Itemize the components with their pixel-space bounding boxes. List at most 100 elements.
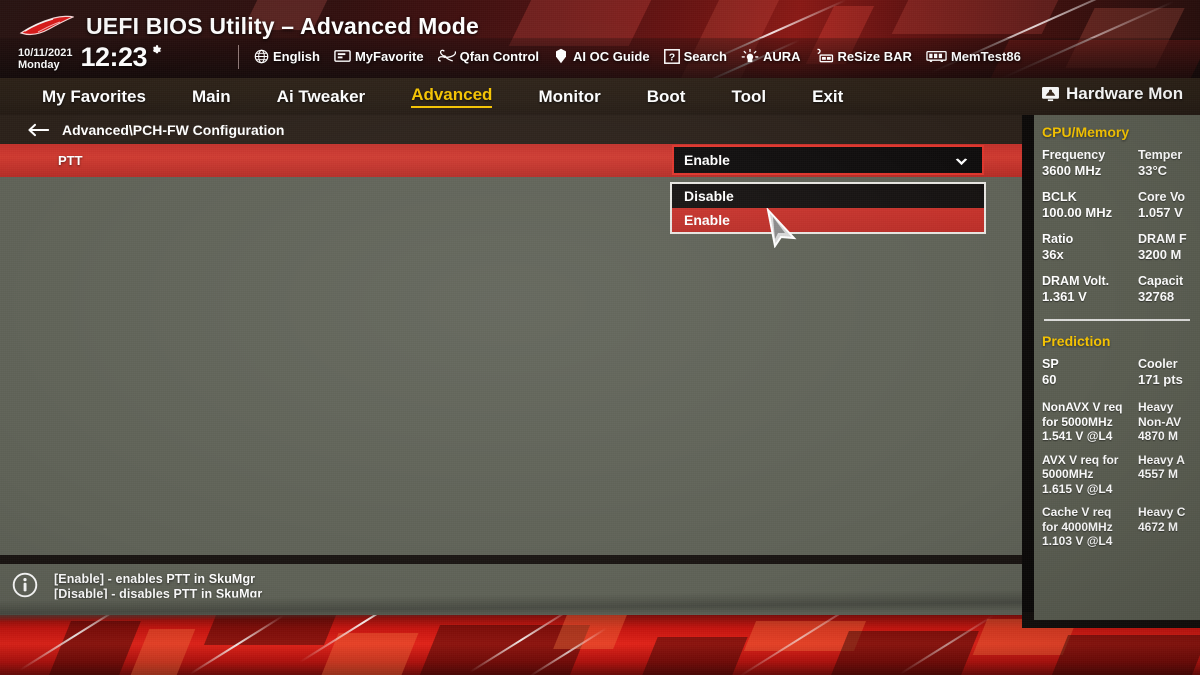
temperature-label: Temper	[1138, 148, 1183, 162]
cooler-value: 171 pts	[1138, 372, 1183, 387]
avx-heavy-value: 4557 M	[1138, 467, 1179, 481]
core-voltage-label: Core Vo	[1138, 190, 1185, 204]
nonavx-label: NonAVX V req	[1042, 400, 1123, 414]
aura-label: AURA	[762, 48, 801, 64]
sidebar-entry-ratio: Ratio 36x	[1042, 232, 1138, 263]
prediction-avx-left: AVX V req for 5000MHz 1.615 V @L4	[1042, 453, 1138, 497]
ptt-dropdown-menu[interactable]: Disable Enable	[670, 182, 986, 234]
date-time-block: 10/11/2021 Monday 12:23	[18, 44, 163, 71]
nonavx-heavy-value: 4870 M	[1138, 429, 1179, 443]
tab-ai-tweaker[interactable]: Ai Tweaker	[277, 87, 366, 107]
cooler-label: Cooler	[1138, 357, 1178, 371]
search-label: Search	[683, 48, 727, 64]
page-title: UEFI BIOS Utility – Advanced Mode	[86, 13, 479, 39]
cache-heavy-label: Heavy C	[1138, 505, 1186, 519]
fan-icon	[437, 49, 456, 62]
tab-advanced[interactable]: Advanced	[411, 85, 493, 108]
tab-exit[interactable]: Exit	[812, 87, 843, 107]
nonavx-volt: 1.541 V @L4	[1042, 429, 1113, 443]
frequency-label: Frequency	[1042, 148, 1106, 162]
dram-volt-label: DRAM Volt.	[1042, 274, 1110, 288]
cache-label: Cache V req	[1042, 505, 1112, 519]
chevron-down-icon[interactable]	[955, 158, 968, 166]
ai-oc-guide-label: AI OC Guide	[573, 48, 650, 64]
sidebar-entry-frequency: Frequency 3600 MHz	[1042, 148, 1138, 179]
prediction-nonavx-left: NonAVX V req for 5000MHz 1.541 V @L4	[1042, 400, 1138, 444]
hardware-monitor-title: Hardware Mon	[1041, 84, 1183, 104]
header-divider	[238, 45, 239, 69]
resize-bar-button[interactable]: ReSize BAR	[815, 48, 912, 64]
sp-label: SP	[1042, 357, 1059, 371]
avx-freq: 5000MHz	[1042, 467, 1094, 481]
tab-monitor[interactable]: Monitor	[538, 87, 600, 107]
prediction-avx-right: Heavy A 4557 M	[1138, 453, 1200, 497]
ptt-select-value: Enable	[684, 152, 730, 168]
aura-icon	[741, 48, 759, 63]
breadcrumb[interactable]: Advanced\PCH-FW Configuration	[0, 115, 1022, 144]
dram-frequency-value: 3200 M	[1138, 247, 1182, 262]
ratio-label: Ratio	[1042, 232, 1074, 246]
sidebar-entry-temperature: Temper 33°C	[1138, 148, 1200, 179]
prediction-nonavx-right: Heavy Non-AV 4870 M	[1138, 400, 1200, 444]
cache-volt: 1.103 V @L4	[1042, 534, 1113, 548]
prediction-detail-grid: NonAVX V req for 5000MHz 1.541 V @L4 Hea…	[1034, 400, 1200, 549]
dram-frequency-label: DRAM F	[1138, 232, 1187, 246]
avx-heavy-label: Heavy A	[1138, 452, 1185, 467]
memtest86-button[interactable]: MemTest86	[926, 49, 1021, 64]
tab-my-favorites[interactable]: My Favorites	[42, 87, 146, 107]
resize-bar-label: ReSize BAR	[837, 48, 912, 64]
aura-button[interactable]: AURA	[741, 48, 801, 64]
help-line-enable: [Enable] - enables PTT in SkuMgr	[54, 572, 256, 586]
cpu-memory-grid: Frequency 3600 MHz Temper 33°C BCLK 100.…	[1034, 148, 1200, 305]
sidebar-entry-bclk: BCLK 100.00 MHz	[1042, 190, 1138, 221]
language-button[interactable]: English	[254, 49, 320, 64]
main-navigation: My Favorites Main Ai Tweaker Advanced Mo…	[0, 78, 1200, 115]
sidebar-entry-core-voltage: Core Vo 1.057 V	[1138, 190, 1200, 221]
hardware-monitor-label: Hardware Mon	[1066, 84, 1184, 103]
frequency-value: 3600 MHz	[1042, 163, 1102, 178]
resize-icon	[816, 48, 833, 63]
ai-icon	[556, 48, 567, 64]
tab-tool[interactable]: Tool	[731, 87, 766, 107]
mouse-cursor-icon	[766, 208, 797, 248]
ptt-select[interactable]: Enable	[672, 145, 984, 175]
hardware-monitor-sidebar: CPU/Memory Frequency 3600 MHz Temper 33°…	[1034, 112, 1200, 620]
sidebar-entry-cooler: Cooler 171 pts	[1138, 357, 1200, 388]
cache-freq: for 4000MHz	[1042, 519, 1113, 534]
temperature-value: 33°C	[1138, 163, 1168, 178]
capacity-value: 32768	[1138, 289, 1175, 304]
gear-icon[interactable]	[149, 43, 163, 57]
sidebar-entry-dram-volt: DRAM Volt. 1.361 V	[1042, 274, 1138, 305]
back-arrow-icon[interactable]	[28, 123, 50, 137]
qfan-control-label: Qfan Control	[459, 48, 540, 64]
bookmark-icon	[334, 50, 351, 62]
footer-rog-art	[0, 615, 1200, 675]
prediction-grid: SP 60 Cooler 171 pts	[1034, 357, 1200, 388]
nonavx-heavy-label: Heavy	[1138, 400, 1174, 414]
ai-oc-guide-button[interactable]: AI OC Guide	[553, 48, 650, 64]
nonavx-heavy-label2: Non-AV	[1138, 414, 1182, 429]
bclk-label: BCLK	[1042, 190, 1077, 204]
tab-boot[interactable]: Boot	[647, 87, 686, 107]
memtest86-label: MemTest86	[950, 48, 1021, 64]
tab-main[interactable]: Main	[192, 87, 231, 107]
sidebar-entry-capacity: Capacit 32768	[1138, 274, 1200, 305]
info-icon	[12, 572, 38, 598]
myfavorite-button[interactable]: MyFavorite	[334, 49, 424, 64]
sidebar-entry-dram-frequency: DRAM F 3200 M	[1138, 232, 1200, 263]
bios-screen: UEFI BIOS Utility – Advanced Mode 10/11/…	[0, 0, 1200, 675]
search-button[interactable]: ? Search	[663, 48, 727, 64]
qfan-control-button[interactable]: Qfan Control	[437, 48, 540, 64]
cache-heavy-value: 4672 M	[1138, 519, 1179, 534]
sidebar-section-cpu-memory: CPU/Memory	[1042, 124, 1130, 140]
avx-volt: 1.615 V @L4	[1042, 481, 1113, 496]
panel-gap	[1022, 112, 1034, 620]
ptt-label: PTT	[58, 153, 83, 168]
dropdown-option-disable[interactable]: Disable	[672, 184, 984, 208]
dropdown-option-enable[interactable]: Enable	[672, 208, 984, 232]
prediction-cache-left: Cache V req for 4000MHz 1.103 V @L4	[1042, 505, 1138, 549]
header-tools: English MyFavorite Qfan Control AI OC Gu…	[254, 48, 1021, 64]
monitor-icon	[1042, 86, 1059, 102]
avx-label: AVX V req for	[1042, 452, 1119, 467]
breadcrumb-text: Advanced\PCH-FW Configuration	[62, 121, 285, 138]
